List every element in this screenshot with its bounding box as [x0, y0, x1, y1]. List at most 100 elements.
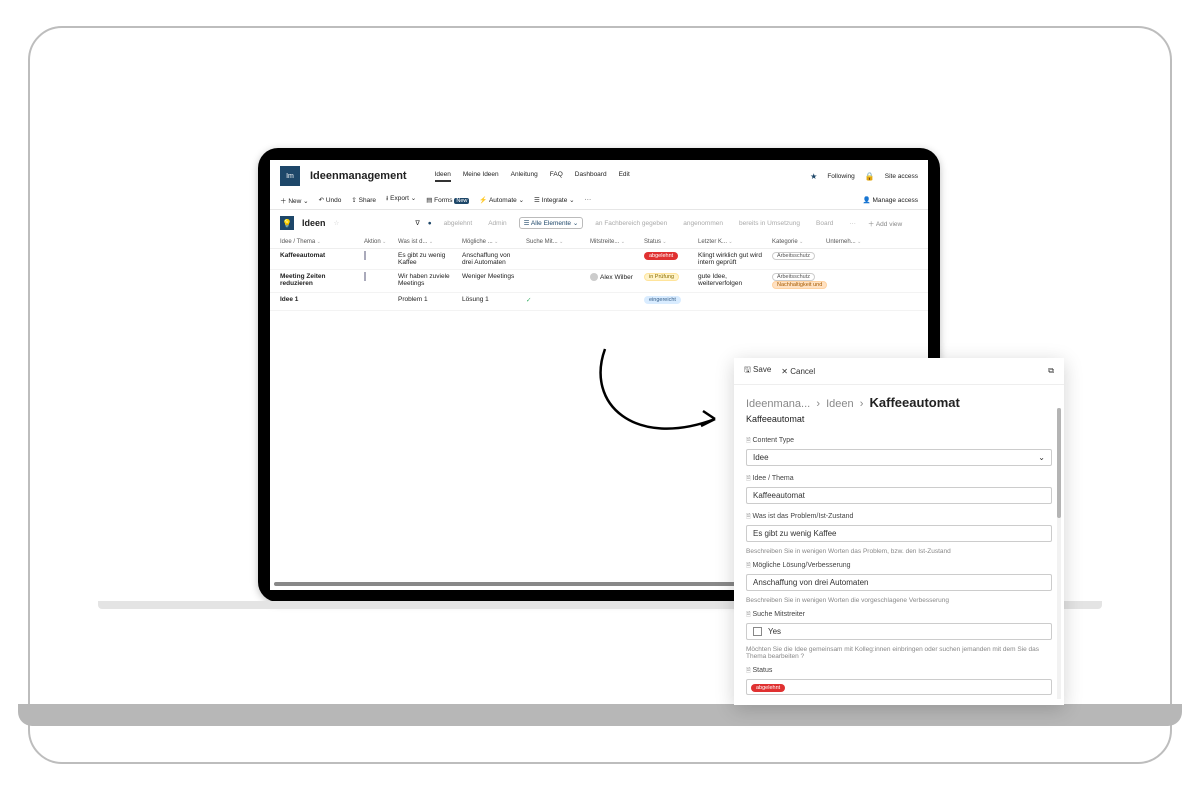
breadcrumb-0[interactable]: Ideenmana...: [746, 398, 810, 410]
command-toolbar: ＋ New ⌄ ↶ Undo ⇪ Share ⭳ Export ⌄ ▤ Form…: [270, 190, 928, 210]
table-row[interactable]: Idee 1Problem 1Lösung 1✓eingereicht: [270, 293, 928, 311]
star-icon: ★: [810, 172, 817, 181]
breadcrumb: Ideenmana... › Ideen › Kaffeeautomat: [734, 385, 1064, 410]
nav-anleitung[interactable]: Anleitung: [511, 171, 538, 182]
list-icon: 💡: [280, 216, 294, 230]
status-badge: eingereicht: [644, 296, 681, 304]
cell-idea[interactable]: Meeting Zeiten reduzieren: [280, 273, 360, 287]
sharepoint-app: Im Ideenmanagement Ideen Meine Ideen Anl…: [270, 160, 928, 311]
cell-problem: Wir haben zuviele Meetings: [398, 273, 458, 287]
category-badge: Arbeitsschutz: [772, 273, 815, 281]
status-badge: in Prüfung: [644, 273, 679, 281]
input-problem[interactable]: Es gibt zu wenig Kaffee: [746, 525, 1052, 542]
status-dot-icon[interactable]: ●: [428, 220, 432, 227]
input-status[interactable]: abgelehnt: [746, 679, 1052, 695]
input-idee[interactable]: Kaffeeautomat: [746, 487, 1052, 504]
col-loesung[interactable]: Mögliche ...: [462, 239, 522, 245]
nav-ideen[interactable]: Ideen: [435, 171, 451, 182]
col-idee[interactable]: Idee / Thema: [280, 239, 360, 245]
automate-button[interactable]: ⚡ Automate ⌄: [479, 196, 524, 204]
view-alle-elemente[interactable]: ☰ Alle Elemente ⌄: [519, 217, 584, 229]
col-problem[interactable]: Was ist d...: [398, 239, 458, 245]
export-button[interactable]: ⭳ Export ⌄: [386, 194, 416, 205]
label-idee: Idee / Thema: [746, 474, 1052, 484]
category-badge: Nachhaltigkeit und: [772, 281, 827, 289]
lock-icon: 🔒: [865, 172, 875, 181]
filter-icon[interactable]: ∇: [415, 219, 419, 227]
nav-meine-ideen[interactable]: Meine Ideen: [463, 171, 499, 182]
status-badge: abgelehnt: [644, 252, 678, 260]
chevron-down-icon: ⌄: [1038, 453, 1045, 462]
save-button[interactable]: 🖫 Save: [744, 364, 771, 378]
cell-problem: Es gibt zu wenig Kaffee: [398, 252, 458, 266]
column-headers: Idee / Thema Aktion Was ist d... Möglich…: [270, 236, 928, 249]
help-loesung: Beschreiben Sie in wenigen Worten die vo…: [734, 595, 1064, 606]
select-content-type[interactable]: Idee⌄: [746, 449, 1052, 466]
cell-solution: Weniger Meetings: [462, 273, 522, 280]
category-badge: Arbeitsschutz: [772, 252, 815, 260]
favorite-star-icon[interactable]: ☆: [334, 219, 340, 227]
nav-edit[interactable]: Edit: [619, 171, 630, 182]
cell-mitstreiter: Alex Wilber: [590, 273, 640, 283]
nav-faq[interactable]: FAQ: [550, 171, 563, 182]
view-board[interactable]: Board: [812, 219, 837, 228]
cancel-button[interactable]: ✕ Cancel: [781, 367, 815, 376]
help-mitstreiter: Möchten Sie die Idee gemeinsam mit Kolle…: [734, 644, 1064, 662]
site-header: Im Ideenmanagement Ideen Meine Ideen Anl…: [270, 160, 928, 190]
label-problem: Was ist das Problem/Ist-Zustand: [746, 512, 1052, 522]
col-unternehmen[interactable]: Unterneh...: [826, 239, 886, 245]
col-mitstreiter[interactable]: Mitstreite...: [590, 239, 640, 245]
following-button[interactable]: Following: [827, 173, 854, 180]
undo-button[interactable]: ↶ Undo: [319, 196, 342, 204]
view-umsetzung[interactable]: bereits in Umsetzung: [735, 219, 804, 228]
col-suche[interactable]: Suche Mit...: [526, 239, 586, 245]
col-kommentar[interactable]: Letzter K...: [698, 239, 768, 245]
cell-idea[interactable]: Idee 1: [280, 296, 360, 303]
panel-toolbar: 🖫 Save ✕ Cancel ⧉: [734, 358, 1064, 385]
cell-solution: Lösung 1: [462, 296, 522, 303]
more-button[interactable]: ···: [585, 196, 592, 203]
col-status[interactable]: Status: [644, 239, 694, 245]
view-admin[interactable]: Admin: [484, 219, 510, 228]
action-icon[interactable]: [364, 272, 366, 281]
rows-container: KaffeeautomatEs gibt zu wenig KaffeeAnsc…: [270, 249, 928, 311]
cell-status: abgelehnt: [644, 252, 694, 260]
site-access-button[interactable]: Site access: [885, 173, 918, 180]
view-fachbereich[interactable]: an Fachbereich gegeben: [591, 219, 671, 228]
view-more[interactable]: ···: [845, 219, 860, 228]
table-row[interactable]: KaffeeautomatEs gibt zu wenig KaffeeAnsc…: [270, 249, 928, 270]
nav-dashboard[interactable]: Dashboard: [575, 171, 607, 182]
col-aktion[interactable]: Aktion: [364, 239, 394, 245]
site-logo[interactable]: Im: [280, 166, 300, 186]
breadcrumb-1[interactable]: Ideen: [826, 398, 854, 410]
input-loesung[interactable]: Anschaffung von drei Automaten: [746, 574, 1052, 591]
panel-subtitle: Kaffeeautomat: [734, 410, 1064, 432]
share-button[interactable]: ⇪ Share: [351, 196, 376, 204]
col-kategorie[interactable]: Kategorie: [772, 239, 822, 245]
new-button[interactable]: ＋ New ⌄: [280, 195, 309, 205]
cell-action[interactable]: [364, 252, 394, 259]
cell-kategorie: Arbeitsschutz: [772, 252, 822, 260]
add-view-button[interactable]: ＋ Add view: [868, 218, 902, 228]
view-abgelehnt[interactable]: abgelehnt: [440, 219, 477, 228]
cell-status: in Prüfung: [644, 273, 694, 281]
view-angenommen[interactable]: angenommen: [679, 219, 727, 228]
manage-access-button[interactable]: 👤 Manage access: [863, 196, 918, 204]
list-title: Ideen: [302, 218, 326, 228]
table-row[interactable]: Meeting Zeiten reduzieren Wir haben zuvie…: [270, 270, 928, 293]
checkbox-mitstreiter[interactable]: Yes: [746, 623, 1052, 640]
panel-scrollbar[interactable]: [1057, 408, 1061, 699]
cell-action[interactable]: [364, 273, 394, 280]
action-icon[interactable]: [364, 251, 366, 260]
cell-comment: Klingt wirklich gut wird intern geprüft: [698, 252, 768, 266]
avatar: [590, 273, 598, 281]
breadcrumb-current: Kaffeeautomat: [870, 395, 960, 410]
integrate-button[interactable]: ☰ Integrate ⌄: [534, 196, 575, 204]
copy-link-icon[interactable]: ⧉: [1048, 366, 1054, 376]
forms-button[interactable]: ▤ Forms New: [426, 196, 469, 204]
cell-comment: gute Idee, weiterverfolgen: [698, 273, 768, 287]
label-mitstreiter: Suche Mitstreiter: [746, 610, 1052, 620]
cell-idea[interactable]: Kaffeeautomat: [280, 252, 360, 259]
label-status: Status: [746, 666, 1052, 676]
cell-status: eingereicht: [644, 296, 694, 304]
